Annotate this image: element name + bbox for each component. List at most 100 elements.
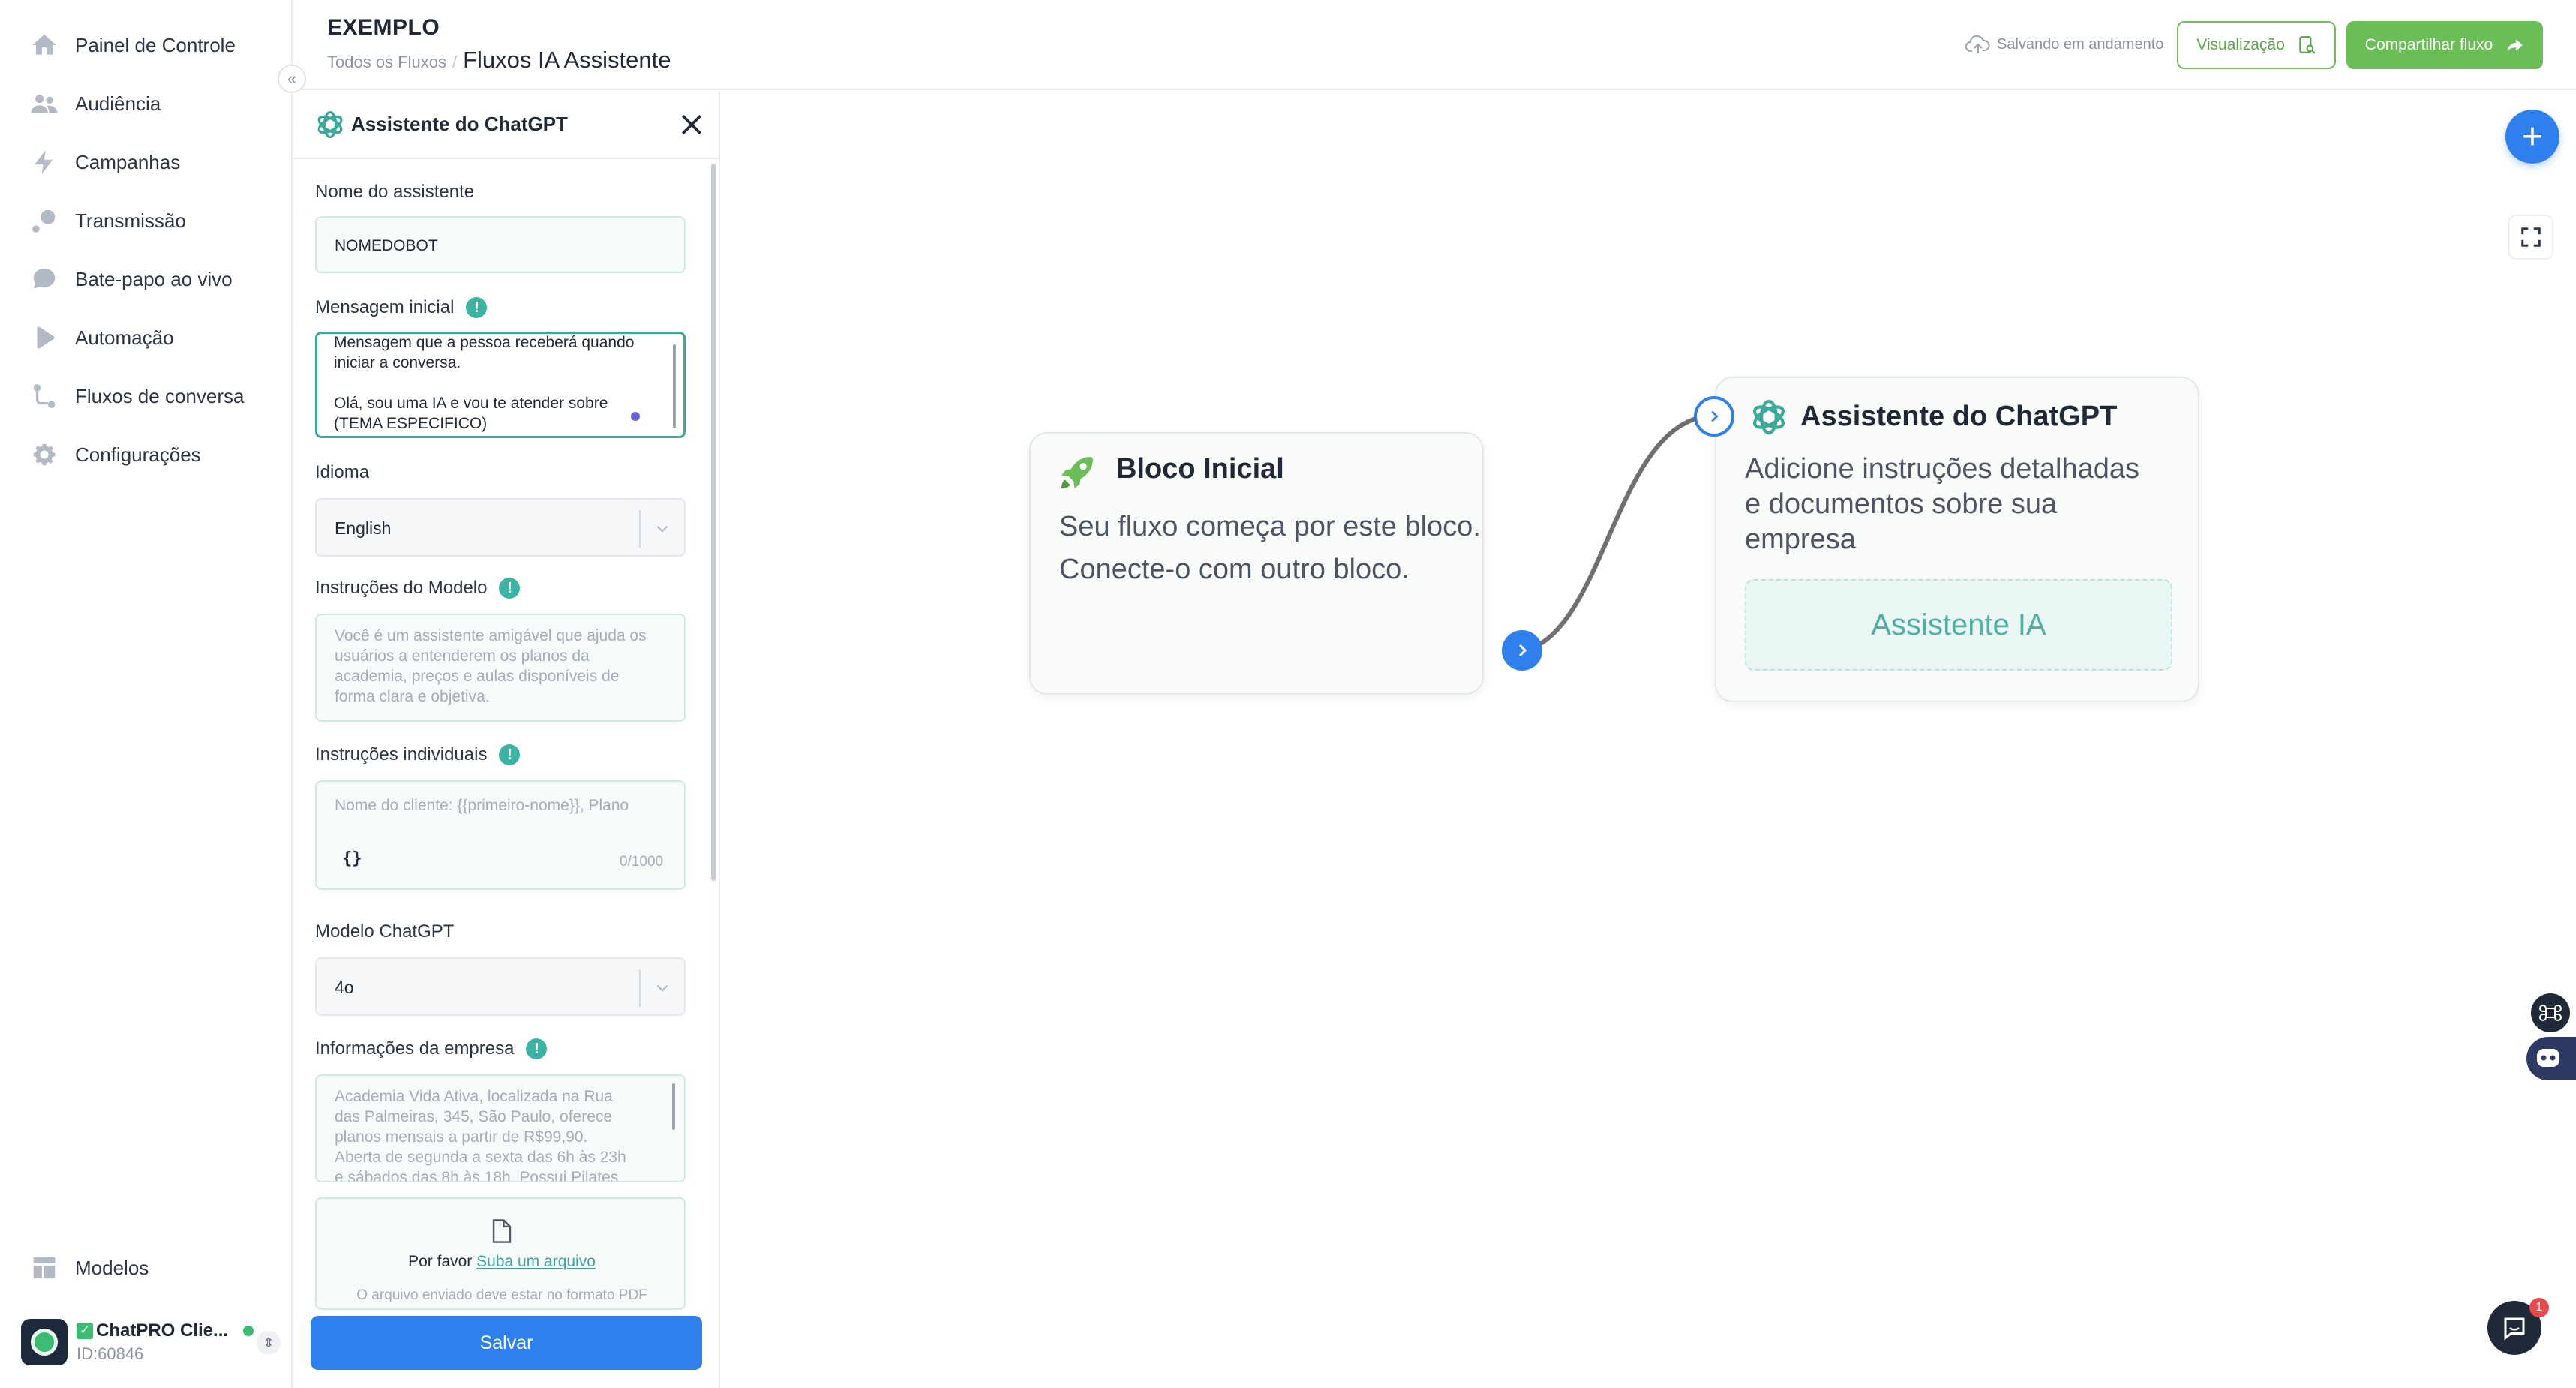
- sidebar-item-label: Audiência: [75, 92, 161, 115]
- initial-message-textarea[interactable]: Mensagem que a pessoa receberá quando in…: [315, 332, 686, 438]
- upload-file-link[interactable]: Suba um arquivo: [476, 1253, 596, 1270]
- saving-status-text: Salvando em andamento: [1997, 35, 2164, 53]
- gpt-model-label-text: Modelo ChatGPT: [315, 921, 455, 942]
- model-instructions-label-text: Instruções do Modelo: [315, 578, 488, 598]
- placeholder-line: Academia Vida Ativa, localizada na Rua: [335, 1088, 613, 1105]
- share-flow-button[interactable]: Compartilhar fluxo: [2346, 21, 2543, 69]
- chevron-down-icon: [656, 984, 668, 992]
- initial-message-line: (TEMA ESPECIFICO): [334, 415, 488, 432]
- start-node-output-port[interactable]: [1502, 630, 1542, 671]
- file-upload-dropzone[interactable]: Por favor Suba um arquivo O arquivo envi…: [315, 1197, 686, 1310]
- breadcrumb-parent-link[interactable]: Todos os Fluxos: [327, 53, 446, 72]
- assistant-name-label-text: Nome do assistente: [315, 182, 475, 202]
- sidebar-item-audiencia[interactable]: Audiência: [30, 81, 161, 126]
- add-block-button[interactable]: +: [2505, 110, 2559, 164]
- sidebar-nav: Painel de Controle Audiência Campanhas T…: [0, 0, 293, 1388]
- chatgpt-node-text-line: Adicione instruções detalhadas: [1745, 453, 2140, 485]
- account-id: ID:60846: [77, 1344, 144, 1363]
- home-icon: [32, 34, 56, 55]
- users-icon: [31, 95, 58, 113]
- sidebar-item-label: Campanhas: [75, 150, 181, 173]
- switch-account-icon[interactable]: ⇕: [257, 1331, 281, 1355]
- language-select[interactable]: English: [315, 498, 686, 557]
- panel-title: Assistente do ChatGPT: [351, 113, 568, 135]
- model-instructions-info-icon[interactable]: !: [499, 578, 521, 599]
- panel-scrollbar[interactable]: [711, 164, 716, 881]
- company-info-info-icon[interactable]: !: [526, 1038, 548, 1059]
- account-switcher[interactable]: ✓ ChatPRO Clie... ID:60846 ⇕: [21, 1314, 281, 1370]
- individual-instructions-textarea[interactable]: Nome do cliente: {{primeiro-nome}}, Plan…: [315, 780, 686, 890]
- verified-check-icon: ✓: [77, 1323, 93, 1339]
- sidebar-item-fluxos[interactable]: Fluxos de conversa: [30, 374, 244, 419]
- chat-icon: [2504, 1317, 2525, 1341]
- initial-message-info-icon[interactable]: !: [466, 297, 488, 318]
- placeholder-line: forma clara e objetiva.: [335, 688, 490, 705]
- share-arrow-icon: [2507, 39, 2523, 52]
- save-button[interactable]: Salvar: [311, 1316, 702, 1370]
- preview-device-icon: [2299, 36, 2316, 54]
- insert-variable-button[interactable]: {}: [342, 849, 362, 868]
- language-label: Idioma: [315, 462, 369, 483]
- account-name: ChatPRO Clie...: [96, 1320, 229, 1341]
- shortcuts-button[interactable]: [2531, 993, 2570, 1032]
- sidebar-item-painel[interactable]: Painel de Controle: [30, 23, 236, 68]
- sidebar-item-label: Transmissão: [75, 209, 186, 232]
- flow-icon: [33, 384, 56, 408]
- textarea-scrollbar[interactable]: [673, 344, 676, 428]
- chatgpt-node-input-port[interactable]: [1694, 396, 1734, 437]
- sidebar-item-campanhas[interactable]: Campanhas: [30, 140, 180, 185]
- assistant-name-value: NOMEDOBOT: [335, 237, 438, 254]
- close-icon[interactable]: [677, 110, 707, 140]
- chevron-right-icon: [1518, 644, 1527, 657]
- preview-button[interactable]: Visualização: [2177, 21, 2336, 69]
- chat-bubble-icon: [33, 268, 56, 289]
- gpt-model-select[interactable]: 4o: [315, 957, 686, 1016]
- breadcrumb-separator: /: [452, 53, 458, 71]
- ai-assistant-pill[interactable]: Assistente IA: [1745, 579, 2172, 671]
- individual-instructions-placeholder: Nome do cliente: {{primeiro-nome}}, Plan…: [335, 797, 629, 814]
- company-info-textarea[interactable]: Academia Vida Ativa, localizada na Rua d…: [315, 1074, 686, 1182]
- placeholder-line: usuários a entenderem os planos da: [335, 647, 590, 665]
- gear-icon: [33, 443, 56, 466]
- sidebar-item-modelos[interactable]: Modelos: [30, 1245, 149, 1290]
- chatgpt-node-title: Assistente do ChatGPT: [1800, 401, 2118, 432]
- sidebar-item-configuracoes[interactable]: Configurações: [30, 432, 201, 477]
- chatgpt-assistant-node[interactable]: Assistente do ChatGPT Adicione instruçõe…: [1715, 377, 2199, 702]
- lightning-icon: [35, 150, 53, 174]
- individual-instructions-info-icon[interactable]: !: [499, 744, 521, 765]
- flow-canvas[interactable]: Bloco Inicial Seu fluxo começa por este …: [722, 92, 2576, 1388]
- sidebar-item-transmissao[interactable]: Transmissão: [30, 198, 186, 243]
- model-instructions-label: Instruções do Modelo !: [315, 578, 521, 599]
- character-counter: 0/1000: [620, 854, 664, 870]
- collapse-sidebar-button[interactable]: «: [278, 65, 306, 93]
- templates-icon: [33, 1257, 56, 1279]
- chevron-down-icon: [656, 525, 668, 533]
- panel-header: Assistente do ChatGPT: [294, 92, 720, 159]
- textarea-scrollbar[interactable]: [672, 1083, 675, 1130]
- notification-badge: 1: [2529, 1298, 2549, 1317]
- initial-message-line: Mensagem que a pessoa receberá quando: [334, 334, 635, 351]
- placeholder-line: e sábados das 8h às 18h. Possui Pilates,: [335, 1169, 623, 1182]
- sidebar-item-bate-papo[interactable]: Bate-papo ao vivo: [30, 257, 233, 302]
- upload-prompt: Por favor Suba um arquivo: [317, 1253, 684, 1271]
- start-node-text-line: Seu fluxo começa por este bloco.: [1059, 511, 1481, 542]
- support-bot-button[interactable]: [2526, 1037, 2576, 1080]
- model-instructions-textarea[interactable]: Você é um assistente amigável que ajuda …: [315, 614, 686, 722]
- top-header: EXEMPLO Todos os Fluxos / Fluxos IA Assi…: [294, 0, 2576, 90]
- sidebar-item-automacao[interactable]: Automação: [30, 315, 174, 360]
- initial-message-label: Mensagem inicial !: [315, 297, 488, 318]
- assistant-name-label: Nome do assistente: [315, 182, 474, 203]
- gpt-model-value: 4o: [335, 978, 354, 997]
- initial-message-line: [334, 373, 667, 393]
- page-title: Fluxos IA Assistente: [463, 47, 671, 73]
- account-avatar: [21, 1319, 68, 1365]
- upload-prefix: Por favor: [408, 1253, 473, 1270]
- expand-icon: [2521, 227, 2541, 247]
- assistant-name-field[interactable]: NOMEDOBOT: [315, 216, 686, 273]
- start-node[interactable]: Bloco Inicial Seu fluxo começa por este …: [1029, 432, 1484, 695]
- start-node-text: Seu fluxo começa por este bloco. Conecte…: [1059, 506, 1481, 591]
- company-info-label: Informações da empresa !: [315, 1038, 548, 1059]
- language-label-text: Idioma: [315, 462, 370, 482]
- fullscreen-button[interactable]: [2508, 215, 2553, 260]
- command-icon: [2539, 1005, 2562, 1021]
